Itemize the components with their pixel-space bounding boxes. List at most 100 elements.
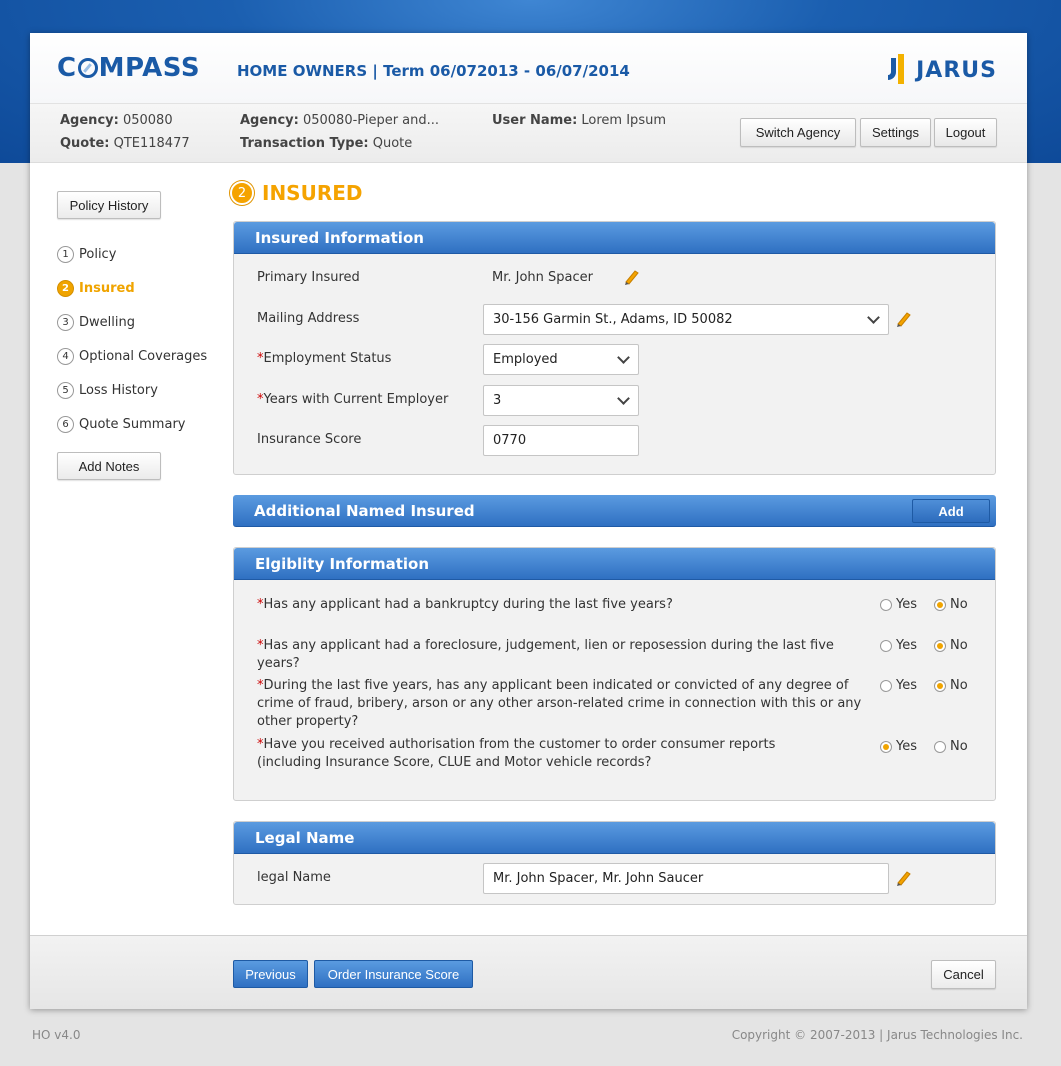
step-number: 1 [57,245,74,263]
primary-insured-value: Mr. John Spacer [492,270,593,285]
page-title: 2 INSURED [230,181,363,205]
q4-no-radio[interactable]: No [934,739,968,754]
quote-value: QTE118477 [113,136,190,151]
logo-letter-c: C [57,53,77,83]
agency2-value: 050080-Pieper and... [302,113,440,128]
nav-item-insured[interactable]: 2 Insured [57,271,207,305]
legal-name-input[interactable]: Mr. John Spacer, Mr. John Saucer [483,863,889,894]
mailing-address-value: 30-156 Garmin St., Adams, ID 50082 [493,312,733,327]
chevron-down-icon [617,392,630,405]
eligibility-question-1: *Has any applicant had a bankruptcy duri… [257,597,673,612]
nav-item-loss-history[interactable]: 5 Loss History [57,373,207,407]
mailing-address-select[interactable]: 30-156 Garmin St., Adams, ID 50082 [483,304,889,335]
edit-pencil-icon[interactable] [894,310,912,328]
policy-history-button[interactable]: Policy History [57,191,161,219]
settings-button[interactable]: Settings [860,118,931,147]
radio-selected-icon [934,679,946,692]
eligibility-panel: Elgiblity Information *Has any applicant… [233,547,996,801]
app-header: C MPASS HOME OWNERS | Term 06/072013 - 06… [30,33,1027,103]
nav-label: Optional Coverages [79,348,208,364]
agency-value: 050080 [122,113,173,128]
edit-pencil-icon[interactable] [622,268,640,286]
employment-status-value: Employed [493,352,558,367]
panel-header: Legal Name [234,822,995,854]
chevron-down-icon [617,351,630,364]
years-employer-label: *Years with Current Employer [257,392,449,407]
logo-letters-mpass: MPASS [98,53,201,83]
panel-header: Additional Named Insured Add [233,495,996,527]
q2-no-radio[interactable]: No [934,638,968,653]
radio-icon [934,740,946,753]
legal-name-panel: Legal Name legal Name Mr. John Spacer, M… [233,821,996,905]
jarus-mark-icon [886,54,912,86]
primary-insured-label: Primary Insured [257,270,360,285]
nav-label: Dwelling [79,314,135,330]
insurance-score-input[interactable]: 0770 [483,425,639,456]
step-number: 6 [57,415,74,433]
transaction-value: Quote [372,136,413,151]
q3-no-radio[interactable]: No [934,678,968,693]
eligibility-question-2: *Has any applicant had a foreclosure, ju… [257,638,834,671]
q1-yes-radio[interactable]: Yes [880,597,917,612]
copyright-text: Copyright © 2007-2013 | Jarus Technologi… [731,1028,1023,1042]
nav-item-optional-coverages[interactable]: 4 Optional Coverages [57,339,207,373]
radio-icon [880,679,892,692]
nav-item-policy[interactable]: 1 Policy [57,237,207,271]
agency2-label: Agency: [240,113,299,128]
user-label: User Name: [492,113,578,128]
add-notes-button[interactable]: Add Notes [57,452,161,480]
years-employer-value: 3 [493,393,502,408]
step-badge: 2 [230,181,254,205]
jarus-wordmark: JARUS [916,57,997,83]
nav-label: Loss History [79,382,158,398]
order-insurance-score-button[interactable]: Order Insurance Score [314,960,473,988]
add-named-insured-button[interactable]: Add [912,499,990,523]
switch-agency-button[interactable]: Switch Agency [740,118,856,147]
step-number: 5 [57,381,74,399]
insurance-score-label: Insurance Score [257,432,362,447]
jarus-logo: JARUS [886,54,997,86]
years-employer-select[interactable]: 3 [483,385,639,416]
nav-item-dwelling[interactable]: 3 Dwelling [57,305,207,339]
app-shell: C MPASS HOME OWNERS | Term 06/072013 - 06… [30,33,1027,1009]
insured-information-panel: Insured Information Primary Insured Mr. … [233,221,996,475]
radio-icon [880,639,892,652]
radio-icon [880,598,892,611]
radio-selected-icon [880,740,892,753]
mailing-address-label: Mailing Address [257,311,360,326]
q4-yes-radio[interactable]: Yes [880,739,917,754]
radio-selected-icon [934,598,946,611]
legal-name-label: legal Name [257,870,331,885]
q1-no-radio[interactable]: No [934,597,968,612]
nav-label: Quote Summary [79,416,186,432]
cancel-button[interactable]: Cancel [931,960,996,989]
edit-pencil-icon[interactable] [894,869,912,887]
user-value: Lorem Ipsum [581,113,666,128]
panel-header: Insured Information [234,222,995,254]
compass-logo[interactable]: C MPASS [57,53,200,83]
step-nav: 1 Policy 2 Insured 3 Dwelling 4 Optional… [57,237,207,441]
employment-status-label: *Employment Status [257,351,392,366]
nav-label: Policy [79,246,117,262]
agency-label: Agency: [60,113,119,128]
nav-label: Insured [79,280,135,296]
step-number: 3 [57,313,74,331]
employment-status-select[interactable]: Employed [483,344,639,375]
q3-yes-radio[interactable]: Yes [880,678,917,693]
info-bar: Agency: 050080 Quote: QTE118477 Agency: … [30,103,1027,163]
nav-item-quote-summary[interactable]: 6 Quote Summary [57,407,207,441]
previous-button[interactable]: Previous [233,960,308,988]
eligibility-question-3: *During the last five years, has any app… [257,678,862,729]
user-info: User Name: Lorem Ipsum [492,109,666,132]
radio-selected-icon [934,639,946,652]
step-number: 4 [57,347,74,365]
step-number: 2 [57,279,74,297]
panel-header: Elgiblity Information [234,548,995,580]
agency-detail-info: Agency: 050080-Pieper and... Transaction… [240,109,439,155]
quote-label: Quote: [60,136,110,151]
logout-button[interactable]: Logout [934,118,997,147]
transaction-label: Transaction Type: [240,136,369,151]
eligibility-question-4: *Have you received authorisation from th… [257,737,776,770]
chevron-down-icon [867,311,880,324]
q2-yes-radio[interactable]: Yes [880,638,917,653]
